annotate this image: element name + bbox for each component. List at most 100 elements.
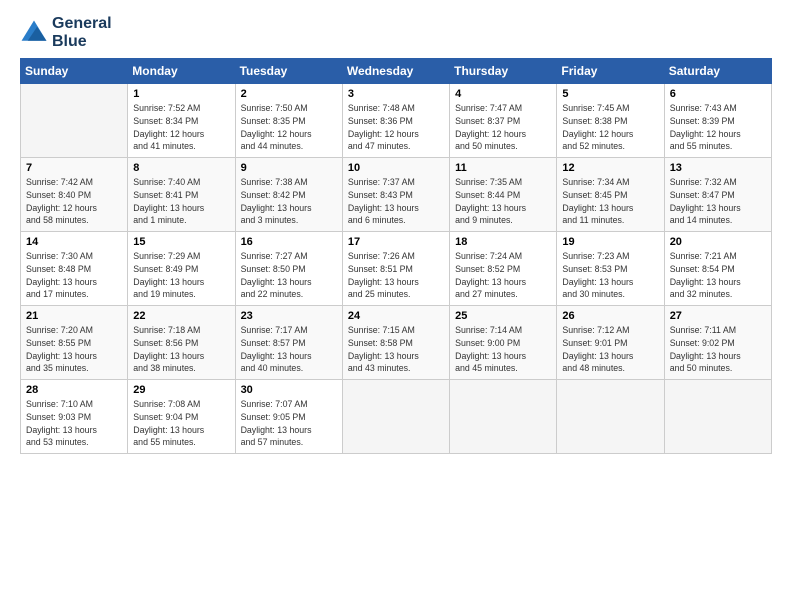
day-info: Sunrise: 7:17 AMSunset: 8:57 PMDaylight:… xyxy=(241,324,337,375)
day-number: 26 xyxy=(562,310,658,322)
table-row xyxy=(450,380,557,454)
day-number: 24 xyxy=(348,310,444,322)
table-row: 20 Sunrise: 7:21 AMSunset: 8:54 PMDayligh… xyxy=(664,232,771,306)
day-info: Sunrise: 7:23 AMSunset: 8:53 PMDaylight:… xyxy=(562,250,658,301)
day-info: Sunrise: 7:34 AMSunset: 8:45 PMDaylight:… xyxy=(562,176,658,227)
table-row: 30 Sunrise: 7:07 AMSunset: 9:05 PMDayligh… xyxy=(235,380,342,454)
day-number: 6 xyxy=(670,88,766,100)
day-number: 20 xyxy=(670,236,766,248)
table-row xyxy=(21,84,128,158)
day-number: 13 xyxy=(670,162,766,174)
day-info: Sunrise: 7:32 AMSunset: 8:47 PMDaylight:… xyxy=(670,176,766,227)
day-info: Sunrise: 7:11 AMSunset: 9:02 PMDaylight:… xyxy=(670,324,766,375)
day-info: Sunrise: 7:37 AMSunset: 8:43 PMDaylight:… xyxy=(348,176,444,227)
table-row: 12 Sunrise: 7:34 AMSunset: 8:45 PMDayligh… xyxy=(557,158,664,232)
table-row: 8Sunrise: 7:40 AMSunset: 8:41 PMDaylight… xyxy=(128,158,235,232)
table-row: 17 Sunrise: 7:26 AMSunset: 8:51 PMDayligh… xyxy=(342,232,449,306)
weekday-header: Wednesday xyxy=(342,59,449,84)
table-row: 22 Sunrise: 7:18 AMSunset: 8:56 PMDayligh… xyxy=(128,306,235,380)
day-info: Sunrise: 7:29 AMSunset: 8:49 PMDaylight:… xyxy=(133,250,229,301)
table-row: 19 Sunrise: 7:23 AMSunset: 8:53 PMDayligh… xyxy=(557,232,664,306)
table-row: 4Sunrise: 7:47 AMSunset: 8:37 PMDaylight… xyxy=(450,84,557,158)
day-number: 15 xyxy=(133,236,229,248)
weekday-header: Saturday xyxy=(664,59,771,84)
day-info: Sunrise: 7:08 AMSunset: 9:04 PMDaylight:… xyxy=(133,398,229,449)
table-row: 24 Sunrise: 7:15 AMSunset: 8:58 PMDayligh… xyxy=(342,306,449,380)
day-number: 2 xyxy=(241,88,337,100)
day-number: 28 xyxy=(26,384,122,396)
day-number: 14 xyxy=(26,236,122,248)
day-info: Sunrise: 7:10 AMSunset: 9:03 PMDaylight:… xyxy=(26,398,122,449)
day-info: Sunrise: 7:52 AMSunset: 8:34 PMDaylight:… xyxy=(133,102,229,153)
table-row: 15 Sunrise: 7:29 AMSunset: 8:49 PMDayligh… xyxy=(128,232,235,306)
day-number: 29 xyxy=(133,384,229,396)
day-info: Sunrise: 7:14 AMSunset: 9:00 PMDaylight:… xyxy=(455,324,551,375)
day-info: Sunrise: 7:20 AMSunset: 8:55 PMDaylight:… xyxy=(26,324,122,375)
weekday-header: Monday xyxy=(128,59,235,84)
day-number: 1 xyxy=(133,88,229,100)
table-row: 25 Sunrise: 7:14 AMSunset: 9:00 PMDayligh… xyxy=(450,306,557,380)
table-row: 9 Sunrise: 7:38 AMSunset: 8:42 PMDaylight… xyxy=(235,158,342,232)
page: General Blue SundayMondayTuesdayWednesda… xyxy=(0,0,792,612)
weekday-header: Friday xyxy=(557,59,664,84)
day-number: 10 xyxy=(348,162,444,174)
weekday-header: Thursday xyxy=(450,59,557,84)
day-number: 3 xyxy=(348,88,444,100)
weekday-header: Sunday xyxy=(21,59,128,84)
day-info: Sunrise: 7:38 AMSunset: 8:42 PMDaylight:… xyxy=(241,176,337,227)
day-number: 27 xyxy=(670,310,766,322)
day-number: 25 xyxy=(455,310,551,322)
table-row: 26 Sunrise: 7:12 AMSunset: 9:01 PMDayligh… xyxy=(557,306,664,380)
day-number: 21 xyxy=(26,310,122,322)
day-info: Sunrise: 7:12 AMSunset: 9:01 PMDaylight:… xyxy=(562,324,658,375)
table-row xyxy=(557,380,664,454)
logo: General Blue xyxy=(20,15,112,50)
day-info: Sunrise: 7:21 AMSunset: 8:54 PMDaylight:… xyxy=(670,250,766,301)
day-number: 19 xyxy=(562,236,658,248)
table-row: 27 Sunrise: 7:11 AMSunset: 9:02 PMDayligh… xyxy=(664,306,771,380)
table-row: 1 Sunrise: 7:52 AMSunset: 8:34 PMDaylight… xyxy=(128,84,235,158)
day-number: 17 xyxy=(348,236,444,248)
day-number: 11 xyxy=(455,162,551,174)
day-number: 18 xyxy=(455,236,551,248)
table-row: 11 Sunrise: 7:35 AMSunset: 8:44 PMDayligh… xyxy=(450,158,557,232)
table-row: 16 Sunrise: 7:27 AMSunset: 8:50 PMDayligh… xyxy=(235,232,342,306)
day-info: Sunrise: 7:40 AMSunset: 8:41 PMDaylight:… xyxy=(133,176,229,227)
day-info: Sunrise: 7:27 AMSunset: 8:50 PMDaylight:… xyxy=(241,250,337,301)
table-row: 23 Sunrise: 7:17 AMSunset: 8:57 PMDayligh… xyxy=(235,306,342,380)
day-info: Sunrise: 7:50 AMSunset: 8:35 PMDaylight:… xyxy=(241,102,337,153)
table-row: 28 Sunrise: 7:10 AMSunset: 9:03 PMDayligh… xyxy=(21,380,128,454)
day-info: Sunrise: 7:35 AMSunset: 8:44 PMDaylight:… xyxy=(455,176,551,227)
day-info: Sunrise: 7:43 AMSunset: 8:39 PMDaylight:… xyxy=(670,102,766,153)
weekday-header: Tuesday xyxy=(235,59,342,84)
table-row: 13 Sunrise: 7:32 AMSunset: 8:47 PMDayligh… xyxy=(664,158,771,232)
day-info: Sunrise: 7:26 AMSunset: 8:51 PMDaylight:… xyxy=(348,250,444,301)
day-info: Sunrise: 7:42 AMSunset: 8:40 PMDaylight:… xyxy=(26,176,122,227)
day-number: 9 xyxy=(241,162,337,174)
day-info: Sunrise: 7:07 AMSunset: 9:05 PMDaylight:… xyxy=(241,398,337,449)
table-row: 29 Sunrise: 7:08 AMSunset: 9:04 PMDayligh… xyxy=(128,380,235,454)
table-row: 6 Sunrise: 7:43 AMSunset: 8:39 PMDaylight… xyxy=(664,84,771,158)
day-info: Sunrise: 7:45 AMSunset: 8:38 PMDaylight:… xyxy=(562,102,658,153)
calendar-table: SundayMondayTuesdayWednesdayThursdayFrid… xyxy=(20,58,772,454)
header: General Blue xyxy=(20,15,772,50)
table-row: 3 Sunrise: 7:48 AMSunset: 8:36 PMDaylight… xyxy=(342,84,449,158)
table-row: 14 Sunrise: 7:30 AMSunset: 8:48 PMDayligh… xyxy=(21,232,128,306)
day-info: Sunrise: 7:30 AMSunset: 8:48 PMDaylight:… xyxy=(26,250,122,301)
day-info: Sunrise: 7:18 AMSunset: 8:56 PMDaylight:… xyxy=(133,324,229,375)
logo-text: General Blue xyxy=(52,15,112,50)
day-info: Sunrise: 7:15 AMSunset: 8:58 PMDaylight:… xyxy=(348,324,444,375)
day-number: 30 xyxy=(241,384,337,396)
day-number: 22 xyxy=(133,310,229,322)
table-row xyxy=(664,380,771,454)
day-info: Sunrise: 7:47 AMSunset: 8:37 PMDaylight:… xyxy=(455,102,551,153)
day-number: 12 xyxy=(562,162,658,174)
day-info: Sunrise: 7:24 AMSunset: 8:52 PMDaylight:… xyxy=(455,250,551,301)
logo-icon xyxy=(20,19,48,47)
day-info: Sunrise: 7:48 AMSunset: 8:36 PMDaylight:… xyxy=(348,102,444,153)
table-row: 7 Sunrise: 7:42 AMSunset: 8:40 PMDaylight… xyxy=(21,158,128,232)
table-row: 10 Sunrise: 7:37 AMSunset: 8:43 PMDayligh… xyxy=(342,158,449,232)
day-number: 16 xyxy=(241,236,337,248)
day-number: 7 xyxy=(26,162,122,174)
day-number: 23 xyxy=(241,310,337,322)
